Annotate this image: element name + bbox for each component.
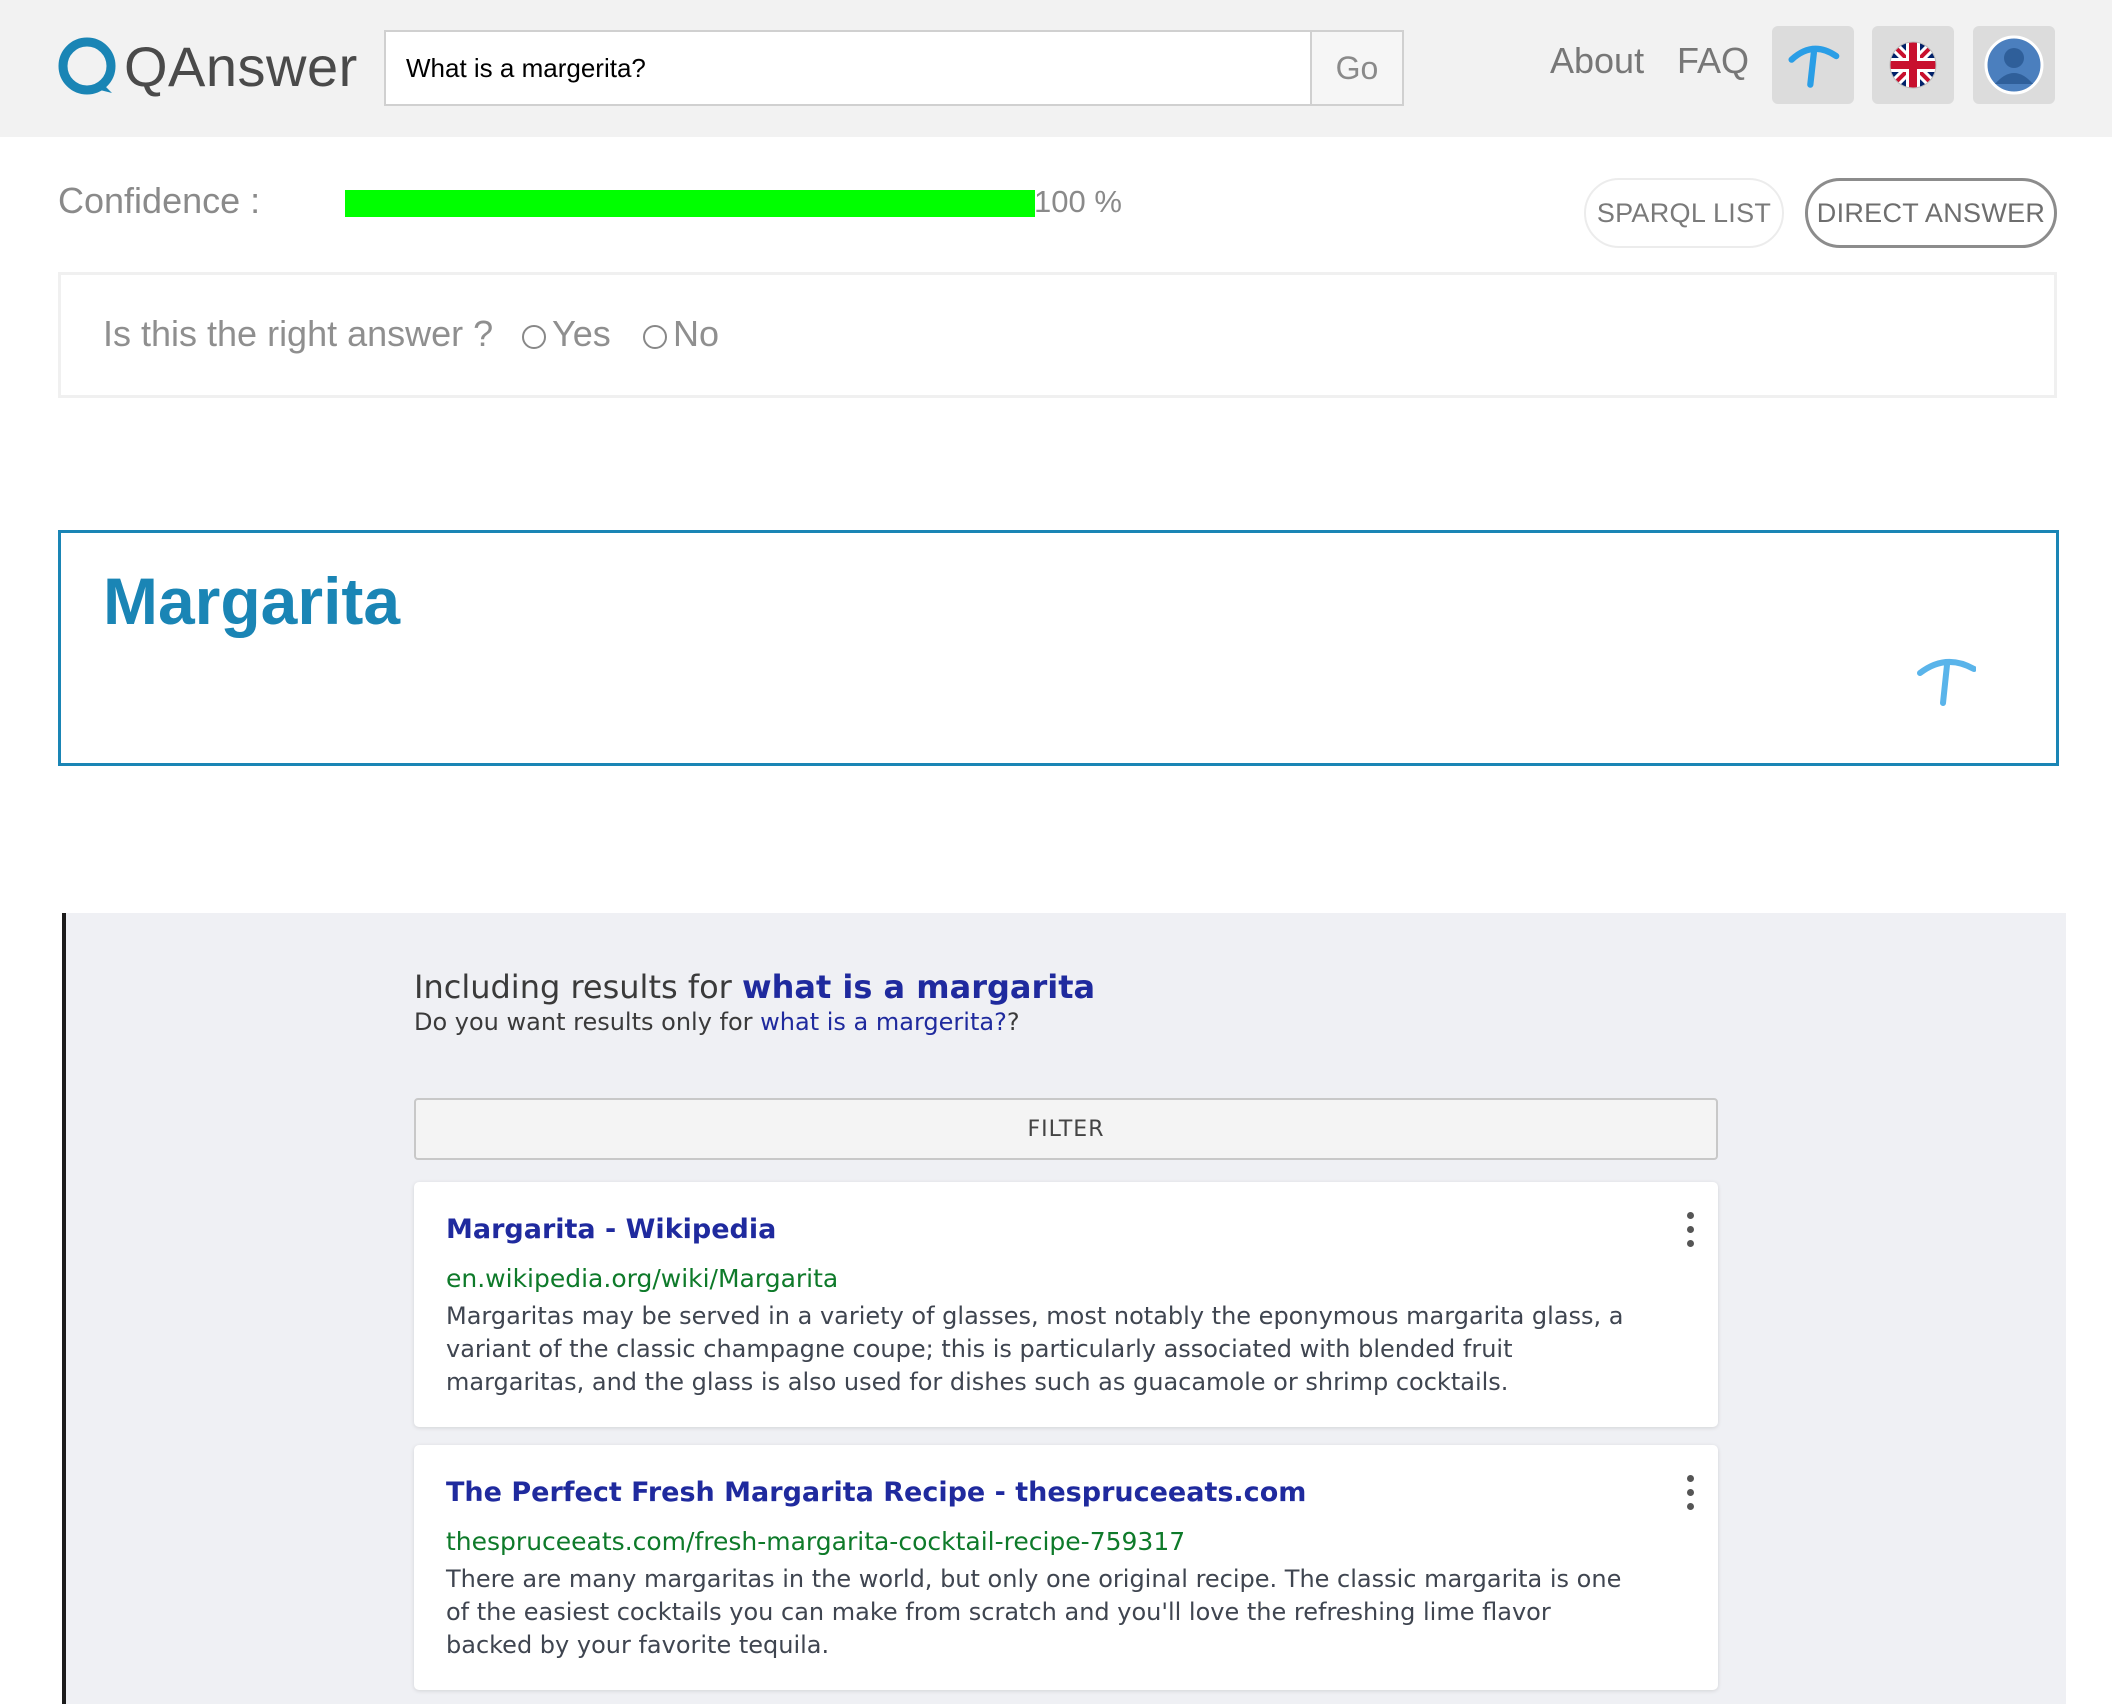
confidence-bar-fill xyxy=(345,190,1035,217)
qanswer-logo[interactable]: QAnswer xyxy=(56,34,358,98)
result-url[interactable]: thespruceeats.com/fresh-margarita-cockta… xyxy=(446,1527,1185,1556)
original-query-link[interactable]: what is a margerita? xyxy=(760,1008,1007,1036)
faq-link[interactable]: FAQ xyxy=(1677,40,1749,82)
feedback-question: Is this the right answer ? xyxy=(103,313,494,354)
pickaxe-icon xyxy=(1788,45,1840,88)
confidence-bar xyxy=(345,190,1035,217)
feedback-no-option[interactable]: No xyxy=(643,313,719,355)
qanswer-logo-icon xyxy=(58,37,116,95)
sparql-list-button[interactable]: SPARQL LIST xyxy=(1584,178,1784,248)
result-snippet: There are many margaritas in the world, … xyxy=(446,1565,1622,1659)
want-prefix: Do you want results only for xyxy=(414,1008,761,1036)
confidence-label: Confidence : xyxy=(58,180,261,221)
yes-label: Yes xyxy=(552,313,611,354)
results-only-line: Do you want results only for what is a m… xyxy=(414,1008,1020,1036)
search-input[interactable] xyxy=(386,32,1312,104)
yes-radio[interactable] xyxy=(522,325,546,349)
uk-flag-icon xyxy=(1889,41,1937,89)
result-url[interactable]: en.wikipedia.org/wiki/Margarita xyxy=(446,1264,838,1293)
top-header: QAnswer Go About FAQ xyxy=(0,0,2112,137)
pickaxe-icon xyxy=(1917,659,1976,706)
want-suffix: ? xyxy=(1006,1008,1020,1036)
no-label: No xyxy=(673,313,720,354)
result-card: The Perfect Fresh Margarita Recipe - the… xyxy=(414,1445,1718,1690)
go-button[interactable]: Go xyxy=(1310,32,1402,104)
more-options-icon[interactable] xyxy=(1684,1475,1696,1515)
result-card: Margarita - Wikipedia en.wikipedia.org/w… xyxy=(414,1182,1718,1427)
result-snippet: Margaritas may be served in a variety of… xyxy=(446,1302,1624,1396)
answer-card: Margarita xyxy=(58,530,2059,766)
answer-title[interactable]: Margarita xyxy=(103,563,400,639)
including-results-line: Including results for what is a margarit… xyxy=(414,968,1095,1006)
result-title-link[interactable]: Margarita - Wikipedia xyxy=(446,1214,776,1245)
language-button[interactable] xyxy=(1872,26,1954,104)
including-prefix: Including results for xyxy=(414,968,742,1006)
dataset-button[interactable] xyxy=(1772,26,1854,104)
result-title-link[interactable]: The Perfect Fresh Margarita Recipe - the… xyxy=(446,1477,1306,1508)
user-button[interactable] xyxy=(1973,26,2055,104)
more-options-icon[interactable] xyxy=(1684,1212,1696,1252)
confidence-value: 100 % xyxy=(1034,184,1122,219)
about-link[interactable]: About xyxy=(1550,40,1644,82)
logo-text: QAnswer xyxy=(124,34,358,98)
feedback-box: Is this the right answer ? Yes No xyxy=(58,272,2057,398)
user-avatar-icon xyxy=(1984,35,2044,95)
search-box: Go xyxy=(384,30,1404,106)
including-query-link[interactable]: what is a margarita xyxy=(742,968,1095,1006)
direct-answer-button[interactable]: DIRECT ANSWER xyxy=(1805,178,2057,248)
filter-button[interactable]: FILTER xyxy=(414,1098,1718,1160)
feedback-yes-option[interactable]: Yes xyxy=(522,313,611,355)
no-radio[interactable] xyxy=(643,325,667,349)
